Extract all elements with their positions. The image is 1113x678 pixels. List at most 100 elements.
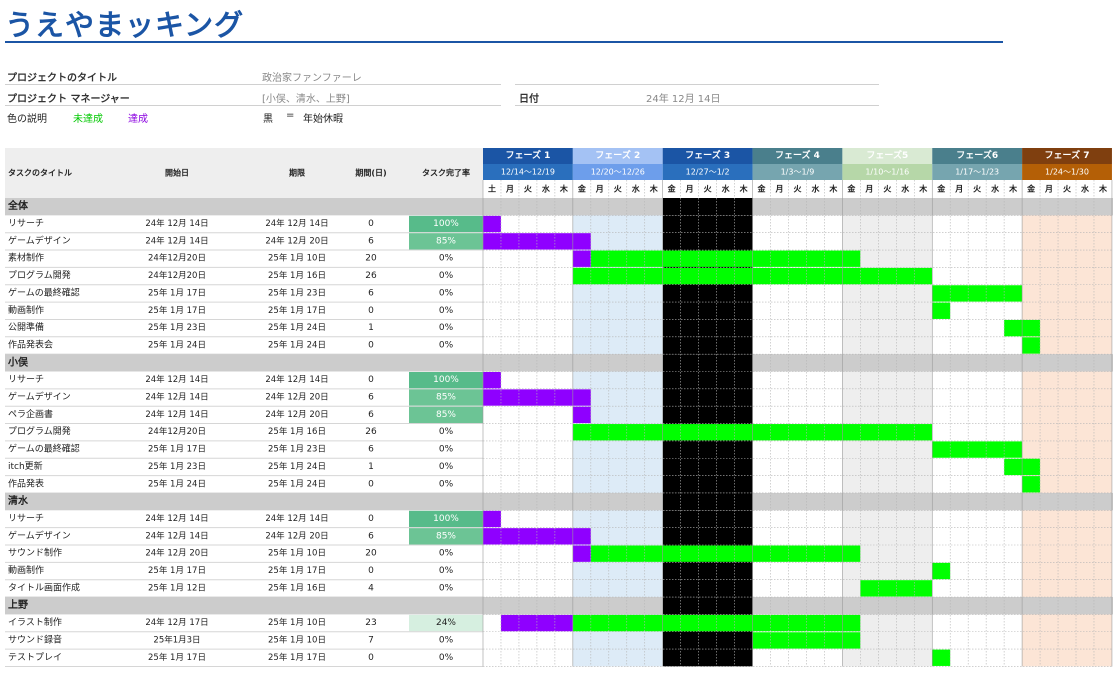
task-progress: 0% bbox=[439, 271, 454, 281]
task-title[interactable]: イラスト制作 bbox=[8, 616, 62, 628]
weekday-label: 金 bbox=[577, 184, 587, 194]
phase-range: 1/24～1/30 bbox=[1045, 168, 1089, 177]
weekday-label: 金 bbox=[846, 184, 856, 194]
weekday-label: 火 bbox=[883, 185, 892, 194]
task-duration: 26 bbox=[365, 271, 377, 281]
weekday-label: 水 bbox=[1080, 184, 1090, 194]
phase-range: 12/27～1/2 bbox=[686, 168, 730, 177]
task-end-date: 25年 1月 24日 bbox=[268, 322, 326, 333]
weekday-label: 木 bbox=[918, 184, 928, 194]
section-name: 全体 bbox=[7, 199, 29, 212]
task-start-date: 25年 1月 17日 bbox=[148, 287, 206, 298]
section-row bbox=[5, 198, 1113, 216]
task-title[interactable]: タイトル画面作成 bbox=[8, 581, 80, 593]
task-start-date: 24年 12月 14日 bbox=[145, 392, 208, 403]
gantt-bar bbox=[483, 510, 501, 528]
task-progress: 0% bbox=[439, 462, 454, 472]
weekday-label: 火 bbox=[973, 185, 982, 194]
task-duration: 6 bbox=[368, 410, 374, 420]
weekday-label: 月 bbox=[1044, 185, 1053, 194]
task-progress: 0% bbox=[439, 549, 454, 559]
task-title[interactable]: 作品発表 bbox=[8, 477, 44, 489]
task-title[interactable]: 素材制作 bbox=[8, 252, 44, 264]
task-duration: 0 bbox=[368, 479, 374, 489]
task-title[interactable]: ゲームデザイン bbox=[8, 391, 71, 403]
task-progress: 85% bbox=[436, 393, 456, 403]
task-start-date: 24年12月20日 bbox=[148, 426, 206, 437]
gantt-bar bbox=[483, 372, 501, 389]
gantt-bar bbox=[932, 649, 951, 666]
task-progress: 100% bbox=[433, 219, 459, 229]
gantt-bar bbox=[572, 406, 591, 424]
task-title[interactable]: ゲームデザイン bbox=[8, 529, 71, 541]
task-title[interactable]: リサーチ bbox=[8, 218, 44, 229]
task-title[interactable]: ゲームの最終確認 bbox=[8, 443, 80, 455]
task-start-date: 25年 1月 17日 bbox=[148, 444, 206, 455]
phase-name: フェーズ 1 bbox=[505, 149, 550, 161]
task-duration: 1 bbox=[368, 323, 374, 333]
task-title[interactable]: テストプレイ bbox=[8, 652, 62, 663]
task-end-date: 24年 12月 20日 bbox=[265, 530, 328, 541]
task-duration: 26 bbox=[365, 427, 377, 437]
task-title[interactable]: サウンド録音 bbox=[8, 633, 62, 645]
section-row bbox=[5, 597, 1113, 615]
task-title[interactable]: 動画制作 bbox=[8, 304, 44, 316]
task-title[interactable]: プログラム開発 bbox=[8, 269, 71, 281]
column-header: 開始日 bbox=[165, 168, 189, 178]
weekday-label: 木 bbox=[649, 184, 659, 194]
section-row bbox=[5, 492, 1113, 511]
holiday-cell bbox=[662, 354, 753, 372]
task-duration: 7 bbox=[368, 635, 374, 645]
task-progress: 0% bbox=[439, 566, 454, 576]
task-end-date: 25年 1月 17日 bbox=[268, 305, 326, 316]
phase-range: 12/14～12/19 bbox=[501, 168, 555, 177]
weekday-label: 水 bbox=[721, 184, 731, 194]
task-start-date: 24年 12月 20日 bbox=[145, 548, 208, 559]
task-progress: 0% bbox=[439, 340, 454, 350]
task-end-date: 25年 1月 17日 bbox=[268, 565, 326, 576]
task-progress: 85% bbox=[436, 236, 456, 246]
task-start-date: 24年 12月 14日 bbox=[145, 530, 208, 541]
task-title[interactable]: 動画制作 bbox=[8, 564, 44, 576]
gantt-bar bbox=[572, 614, 861, 632]
task-end-date: 25年 1月 16日 bbox=[268, 426, 326, 437]
task-title[interactable]: ペラ企画書 bbox=[8, 408, 53, 420]
task-title[interactable]: リサーチ bbox=[8, 374, 44, 385]
holiday-cell bbox=[662, 492, 753, 511]
phase-range: 1/3～1/9 bbox=[781, 168, 815, 177]
task-progress: 0% bbox=[439, 427, 454, 437]
task-duration: 23 bbox=[365, 618, 376, 628]
task-title[interactable]: ゲームデザイン bbox=[8, 234, 71, 246]
task-end-date: 25年 1月 23日 bbox=[268, 444, 326, 455]
task-title[interactable]: サウンド制作 bbox=[8, 547, 62, 559]
task-title[interactable]: ゲームの最終確認 bbox=[8, 286, 80, 298]
task-title[interactable]: 公開準備 bbox=[8, 321, 44, 333]
gantt-bar bbox=[483, 528, 591, 545]
task-start-date: 24年 12月 14日 bbox=[145, 409, 208, 420]
task-end-date: 25年 1月 16日 bbox=[268, 270, 326, 281]
phase-name: フェーズ 7 bbox=[1045, 149, 1090, 161]
gantt-bar bbox=[500, 614, 573, 632]
task-start-date: 24年 12月 14日 bbox=[145, 235, 208, 246]
phase-name: フェーズ 4 bbox=[775, 149, 820, 161]
gantt-bar bbox=[1022, 337, 1041, 354]
weekday-label: 木 bbox=[1008, 184, 1018, 194]
weekday-label: 木 bbox=[739, 184, 749, 194]
task-title[interactable]: 作品発表会 bbox=[8, 338, 53, 350]
task-duration: 6 bbox=[368, 445, 374, 455]
task-title[interactable]: リサーチ bbox=[8, 513, 44, 524]
weekday-label: 月 bbox=[595, 185, 604, 194]
weekday-label: 火 bbox=[1063, 185, 1072, 194]
gantt-bar bbox=[932, 441, 1023, 458]
task-progress: 24% bbox=[436, 618, 456, 628]
task-title[interactable]: itch更新 bbox=[8, 460, 43, 472]
task-start-date: 25年 1月 23日 bbox=[148, 322, 206, 333]
weekday-label: 木 bbox=[1098, 184, 1108, 194]
task-end-date: 25年 1月 24日 bbox=[268, 461, 326, 472]
task-end-date: 25年 1月 16日 bbox=[268, 582, 326, 593]
phase-name: フェーズ6 bbox=[956, 149, 998, 161]
gantt-bar bbox=[572, 250, 591, 267]
task-duration: 0 bbox=[368, 566, 374, 576]
weekday-label: 金 bbox=[667, 184, 677, 194]
task-title[interactable]: プログラム開発 bbox=[8, 425, 71, 437]
